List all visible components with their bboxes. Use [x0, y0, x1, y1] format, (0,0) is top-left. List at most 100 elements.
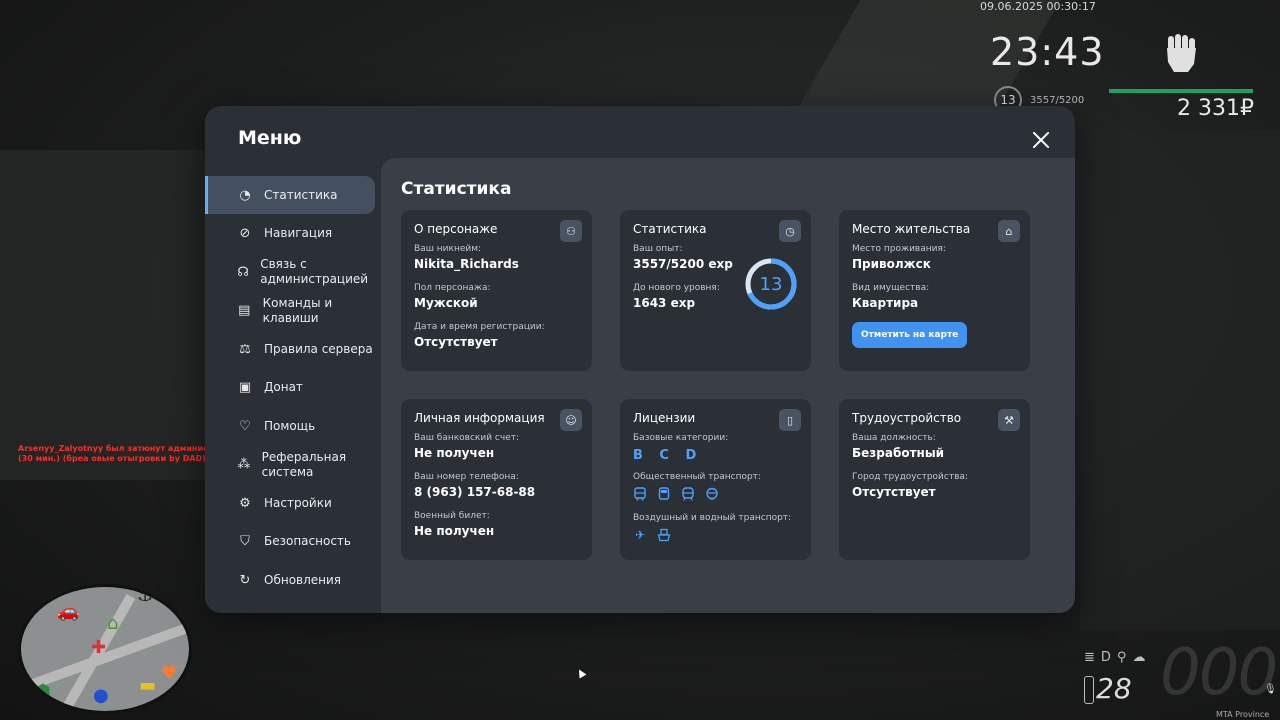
- sidebar-item-label: Реферальная система: [261, 449, 347, 479]
- close-icon[interactable]: [1029, 128, 1053, 152]
- refresh-icon: ↻: [239, 572, 251, 588]
- license-categories: B C D: [633, 448, 703, 463]
- page-title: Статистика: [401, 179, 512, 199]
- face-icon: ☺: [560, 409, 582, 431]
- menu-title: Меню: [238, 127, 302, 149]
- fuel-value: 28: [1096, 672, 1132, 705]
- car-icon: 🚗: [57, 601, 80, 622]
- sidebar-item-security[interactable]: ⛉ Безопасность: [205, 523, 381, 561]
- card-licenses: Лицензии ▯ Базовые категории: B C D Обще…: [620, 399, 811, 560]
- field-label: Пол персонажа:: [414, 283, 491, 293]
- house-icon: ⌂: [998, 220, 1020, 242]
- bus-icon: [633, 487, 647, 501]
- sidebar-item-rules[interactable]: ⚖ Правила сервера: [205, 330, 381, 368]
- headset-icon: ☊: [237, 264, 249, 280]
- content-panel: Статистика О персонаже ⚇ Ваш никнейм: Ni…: [381, 158, 1075, 613]
- sidebar-item-label: Связь с администрацией: [260, 257, 369, 286]
- card-title: Лицензии: [633, 411, 696, 425]
- hud-datetime: 09.06.2025 00:30:17: [980, 0, 1096, 13]
- field-value: Отсутствует: [414, 335, 498, 349]
- sidebar-item-commands[interactable]: ▤ Команды и клавиши: [205, 292, 381, 330]
- fist-icon: [1160, 32, 1200, 74]
- sidebar-item-admin-contact[interactable]: ☊ Связь с администрацией: [205, 253, 381, 291]
- sidebar-item-settings[interactable]: ⚙ Настройки: [205, 484, 381, 522]
- field-value: Квартира: [852, 296, 919, 310]
- train-icon: [681, 487, 695, 501]
- taxi-icon: ▬: [139, 675, 157, 696]
- field-value: Приволжск: [852, 257, 931, 271]
- field-label: Дата и время регистрации:: [414, 322, 545, 332]
- card-character: О персонаже ⚇ Ваш никнейм: Nikita_Richar…: [401, 210, 592, 371]
- card-title: Трудоустройство: [852, 411, 962, 425]
- sidebar-item-label: Настройки: [264, 495, 332, 510]
- user-icon: ⚇: [560, 220, 582, 242]
- field-label: Вид имущества:: [852, 283, 930, 293]
- tools-icon: ⚒: [998, 409, 1020, 431]
- heart-icon: ♥: [161, 663, 178, 684]
- headlight-icon: ≣D: [1084, 650, 1117, 665]
- police-icon: ●: [93, 685, 109, 706]
- house-icon: ⌂: [107, 613, 119, 634]
- sidebar-item-navigation[interactable]: ⊘ Навигация: [205, 215, 381, 253]
- tram-icon: [705, 487, 719, 501]
- document-icon: ▤: [238, 303, 251, 318]
- gear-icon: ⚙: [239, 495, 251, 511]
- sidebar-item-help[interactable]: ♡ Помощь: [205, 407, 381, 445]
- level-progress-ring: 13: [744, 257, 798, 311]
- minimap: 🚗 ⌂ ✚ ⚓ ♥ ⬢ ● ▬: [18, 584, 192, 714]
- sidebar-item-label: Донат: [264, 380, 303, 394]
- sidebar-item-statistics[interactable]: ◔ Статистика: [205, 176, 375, 214]
- field-label: Ваш номер телефона:: [414, 472, 519, 482]
- public-transport-icons: [633, 487, 798, 501]
- menu-window: Меню ◔ Статистика ⊘ Навигация ☊ Связь с …: [205, 106, 1075, 613]
- field-label: Базовые категории:: [633, 433, 729, 443]
- network-icon: ⁂: [237, 457, 251, 472]
- clock-icon: ◷: [779, 220, 801, 242]
- mark-on-map-button[interactable]: Отметить на карте: [852, 322, 968, 348]
- sidebar-item-label: Статистика: [264, 187, 338, 202]
- id-card-icon: ▯: [779, 409, 801, 431]
- microphone-icon: 🎙: [1264, 684, 1277, 695]
- watermark: MTA Province: [1216, 710, 1270, 719]
- sidebar-item-donate[interactable]: ▣ Донат: [205, 369, 381, 407]
- level-number: 13: [759, 273, 783, 295]
- speedometer: 000: [1160, 636, 1278, 710]
- mouse-cursor: [575, 667, 587, 679]
- scene-grass: [1080, 130, 1280, 630]
- sidebar: ◔ Статистика ⊘ Навигация ☊ Связь с админ…: [205, 176, 381, 600]
- hospital-icon: ✚: [91, 637, 107, 658]
- scales-icon: ⚖: [239, 341, 251, 357]
- air-water-transport-icons: ✈: [633, 528, 798, 542]
- field-value: 8 (963) 157-68-88: [414, 485, 536, 499]
- field-label: Ваш опыт:: [633, 244, 683, 254]
- field-value: Не получен: [414, 524, 495, 538]
- hud-exp: 3557/5200: [1030, 95, 1085, 106]
- hud-money: 2 331₽: [1177, 96, 1254, 121]
- shield-icon: ⛉: [240, 534, 250, 549]
- pie-chart-icon: ◔: [239, 187, 251, 203]
- field-label: Город трудоустройства:: [852, 472, 968, 482]
- scene-sidewalk: [0, 150, 210, 480]
- sidebar-item-updates[interactable]: ↻ Обновления: [205, 561, 381, 599]
- field-label: Место проживания:: [852, 244, 946, 254]
- compass-icon: ⊘: [239, 226, 251, 241]
- bus-front-icon: [657, 487, 671, 501]
- card-title: Место жительства: [852, 222, 971, 236]
- card-title: Личная информация: [414, 411, 545, 425]
- card-residence: Место жительства ⌂ Место проживания: При…: [839, 210, 1030, 371]
- field-label: Ваш банковский счет:: [414, 433, 520, 443]
- card-employment: Трудоустройство ⚒ Ваша должность: Безраб…: [839, 399, 1030, 560]
- engine-icon: ☁: [1132, 650, 1152, 665]
- card-title: Статистика: [633, 222, 707, 236]
- field-value: Отсутствует: [852, 485, 936, 499]
- gun-shop-icon: ⬢: [35, 681, 51, 702]
- sidebar-item-referral[interactable]: ⁂ Реферальная система: [205, 446, 381, 484]
- card-statistics: Статистика ◷ Ваш опыт: 3557/5200 exp До …: [620, 210, 811, 371]
- seatbelt-icon: ⚲: [1116, 650, 1133, 665]
- field-label: Ваш никнейм:: [414, 244, 482, 254]
- field-label: Общественный транспорт:: [633, 472, 761, 482]
- wallet-icon: ▣: [238, 380, 252, 395]
- field-value: Мужской: [414, 296, 478, 310]
- plane-icon: ✈: [634, 528, 646, 542]
- field-value: Безработный: [852, 446, 945, 460]
